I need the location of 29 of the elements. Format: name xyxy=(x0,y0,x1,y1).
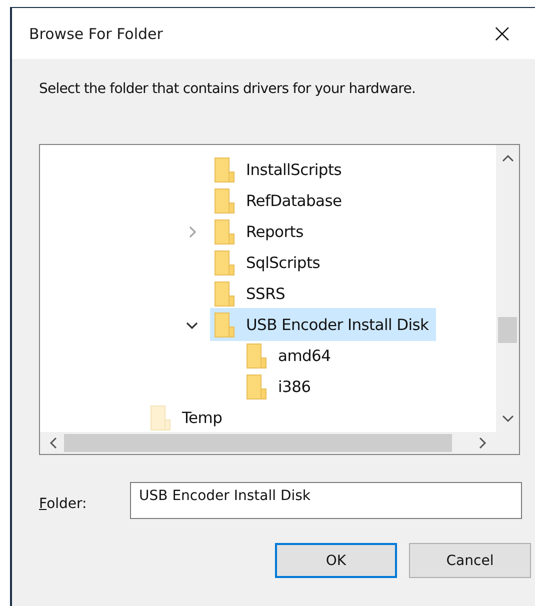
tree-item[interactable]: amd64 xyxy=(242,339,338,372)
folder-icon xyxy=(214,218,236,244)
folder-icon xyxy=(246,342,268,368)
tree-item[interactable]: USB Encoder Install Disk xyxy=(210,308,436,341)
folder-input[interactable]: USB Encoder Install Disk xyxy=(130,482,522,519)
cancel-button[interactable]: Cancel xyxy=(409,543,531,578)
folder-icon xyxy=(214,280,236,306)
ok-button[interactable]: OK xyxy=(275,543,397,578)
scrollbar-thumb[interactable] xyxy=(498,317,517,343)
instruction-text: Select the folder that contains drivers for your hardware. xyxy=(39,81,416,97)
window-title: Browse For Folder xyxy=(29,24,163,42)
tree-item[interactable]: Temp xyxy=(146,401,230,432)
folder-icon xyxy=(214,188,236,214)
tree-item[interactable]: i386 xyxy=(242,370,318,403)
folder-icon xyxy=(214,250,236,276)
vertical-scrollbar[interactable] xyxy=(496,145,519,432)
horizontal-scrollbar[interactable] xyxy=(40,432,496,454)
folder-icon xyxy=(214,156,236,182)
close-button[interactable]: × xyxy=(487,20,517,46)
tree-item[interactable]: RefDatabase xyxy=(210,184,349,217)
scrollbar-thumb[interactable] xyxy=(64,434,452,452)
tree-item[interactable]: InstallScripts xyxy=(210,153,348,186)
folder-label: Folder: xyxy=(39,496,88,512)
folder-icon xyxy=(150,404,172,430)
tree-item[interactable]: Reports xyxy=(210,215,310,248)
tree-item[interactable]: SSRS xyxy=(210,277,292,310)
folder-icon xyxy=(246,374,268,400)
tree-item[interactable]: SqlScripts xyxy=(210,246,328,279)
folder-icon xyxy=(214,312,236,338)
